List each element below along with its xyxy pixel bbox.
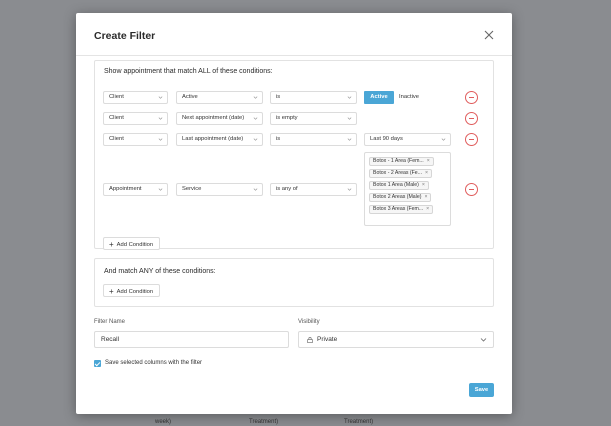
condition-field-value: Client <box>109 115 124 121</box>
service-tag-label: Botox - 1 Area (Fem... <box>373 158 424 164</box>
service-tag-label: Botox 1 Area (Male) <box>373 182 419 188</box>
chevron-down-icon <box>253 96 258 99</box>
add-condition-label: Add Condition <box>116 289 154 295</box>
condition-attribute-value: Active <box>182 94 198 100</box>
chevron-down-icon <box>158 138 163 141</box>
all-conditions-panel: Show appointment that match ALL of these… <box>94 60 494 250</box>
save-columns-checkbox[interactable] <box>94 360 101 367</box>
condition-attribute-select[interactable]: Service <box>176 183 263 196</box>
remove-tag-icon[interactable]: × <box>427 158 430 164</box>
add-condition-label: Add Condition <box>116 242 154 248</box>
remove-condition-button[interactable] <box>465 112 478 125</box>
chevron-down-icon <box>347 117 352 120</box>
condition-field-select[interactable]: Appointment <box>103 183 168 196</box>
condition-operator-select[interactable]: is empty <box>270 112 357 125</box>
lock-icon <box>307 337 313 343</box>
close-icon[interactable] <box>484 30 494 40</box>
visibility-label: Visibility <box>298 319 320 325</box>
modal-title: Create Filter <box>94 30 156 42</box>
service-tag-label: Botox 2 Areas (Male) <box>373 194 422 200</box>
add-condition-button[interactable]: + Add Condition <box>103 284 161 297</box>
condition-operator-select[interactable]: is <box>270 133 357 146</box>
chevron-down-icon <box>158 96 163 99</box>
service-tag-label: Botox 3 Areas (Fem... <box>373 206 424 212</box>
condition-operator-value: is any of <box>276 186 298 192</box>
chevron-down-icon <box>158 188 163 191</box>
background-text: week) <box>155 419 172 425</box>
condition-operator-value: is empty <box>276 115 298 121</box>
service-tag: Botox 1 Area (Male) × <box>369 181 429 190</box>
active-toggle: Active Inactive <box>364 91 426 104</box>
all-conditions-title: Show appointment that match ALL of these… <box>104 68 273 75</box>
remove-tag-icon[interactable]: × <box>426 206 429 212</box>
visibility-select[interactable]: Private <box>298 331 494 348</box>
save-button[interactable]: Save <box>469 383 494 397</box>
any-conditions-panel: And match ANY of these conditions: + Add … <box>94 258 494 307</box>
add-condition-button[interactable]: + Add Condition <box>103 237 161 250</box>
remove-tag-icon[interactable]: × <box>424 194 427 200</box>
condition-attribute-select[interactable]: Active <box>176 91 263 104</box>
background-text: Treatment) <box>249 419 279 425</box>
remove-condition-button[interactable] <box>465 133 478 146</box>
chevron-down-icon <box>347 96 352 99</box>
condition-attribute-select[interactable]: Last appointment (date) <box>176 133 263 146</box>
condition-value-text: Last 90 days <box>370 136 403 142</box>
visibility-value: Private <box>317 336 338 343</box>
chevron-down-icon <box>441 138 446 141</box>
chevron-down-icon <box>347 138 352 141</box>
chevron-down-icon <box>480 338 487 342</box>
toggle-inactive-option[interactable]: Inactive <box>394 91 424 104</box>
chevron-down-icon <box>253 117 258 120</box>
service-tag: Botox 3 Areas (Fem... × <box>369 205 434 214</box>
chevron-down-icon <box>347 188 352 191</box>
remove-tag-icon[interactable]: × <box>422 182 425 188</box>
filter-name-label: Filter Name <box>94 319 126 325</box>
toggle-active-option[interactable]: Active <box>364 91 394 104</box>
service-tag-label: Botox - 2 Areas (Fe... <box>373 170 423 176</box>
filter-name-input[interactable]: Recall <box>94 331 289 348</box>
plus-icon: + <box>109 286 114 296</box>
condition-attribute-value: Service <box>182 186 202 192</box>
background-text: Treatment) <box>344 419 374 425</box>
condition-operator-value: is <box>276 136 281 142</box>
plus-icon: + <box>109 239 114 249</box>
remove-condition-button[interactable] <box>465 91 478 104</box>
create-filter-modal: Create Filter Show appointment that matc… <box>76 13 512 414</box>
condition-attribute-value: Next appointment (date) <box>182 115 245 121</box>
condition-field-select[interactable]: Client <box>103 91 168 104</box>
condition-operator-select[interactable]: is <box>270 91 357 104</box>
service-tag: Botox - 1 Area (Fem... × <box>369 157 434 166</box>
chevron-down-icon <box>158 117 163 120</box>
any-conditions-title: And match ANY of these conditions: <box>104 268 216 275</box>
condition-field-value: Appointment <box>109 186 142 192</box>
condition-field-value: Client <box>109 94 124 100</box>
condition-value-select[interactable]: Last 90 days <box>364 133 451 146</box>
condition-attribute-select[interactable]: Next appointment (date) <box>176 112 263 125</box>
condition-field-select[interactable]: Client <box>103 112 168 125</box>
save-columns-label: Save selected columns with the filter <box>105 360 203 366</box>
remove-tag-icon[interactable]: × <box>425 170 428 176</box>
service-multiselect[interactable]: Botox - 1 Area (Fem... × Botox - 2 Areas … <box>364 152 451 226</box>
service-tag: Botox 2 Areas (Male) × <box>369 193 432 202</box>
remove-condition-button[interactable] <box>465 183 478 196</box>
condition-field-value: Client <box>109 136 124 142</box>
condition-operator-select[interactable]: is any of <box>270 183 357 196</box>
chevron-down-icon <box>253 188 258 191</box>
service-tag: Botox - 2 Areas (Fe... × <box>369 169 433 178</box>
header-divider <box>76 55 512 56</box>
condition-operator-value: is <box>276 94 281 100</box>
condition-attribute-value: Last appointment (date) <box>182 136 244 142</box>
condition-field-select[interactable]: Client <box>103 133 168 146</box>
chevron-down-icon <box>253 138 258 141</box>
